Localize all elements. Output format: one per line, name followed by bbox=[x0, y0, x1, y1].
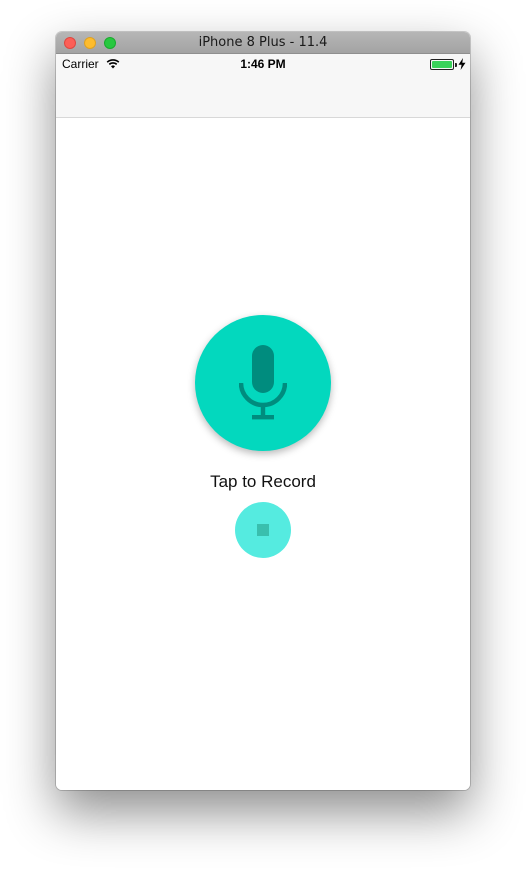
battery-fill bbox=[432, 61, 452, 68]
stop-button[interactable] bbox=[235, 502, 291, 558]
recorder-screen: Tap to Record bbox=[56, 119, 470, 790]
navigation-bar bbox=[56, 74, 470, 118]
window-titlebar[interactable]: iPhone 8 Plus - 11.4 bbox=[56, 32, 470, 54]
stop-icon bbox=[257, 524, 269, 536]
microphone-icon bbox=[239, 345, 287, 420]
charging-bolt-icon bbox=[458, 58, 466, 70]
battery-icon bbox=[430, 59, 457, 70]
status-time: 1:46 PM bbox=[240, 57, 286, 71]
battery-cap bbox=[455, 63, 457, 67]
simulator-window: iPhone 8 Plus - 11.4 Carrier 1:46 PM Tap… bbox=[56, 32, 470, 790]
record-button[interactable] bbox=[195, 315, 331, 451]
record-status-label: Tap to Record bbox=[210, 472, 316, 491]
status-bar: Carrier 1:46 PM bbox=[56, 54, 470, 74]
window-title: iPhone 8 Plus - 11.4 bbox=[198, 35, 328, 50]
